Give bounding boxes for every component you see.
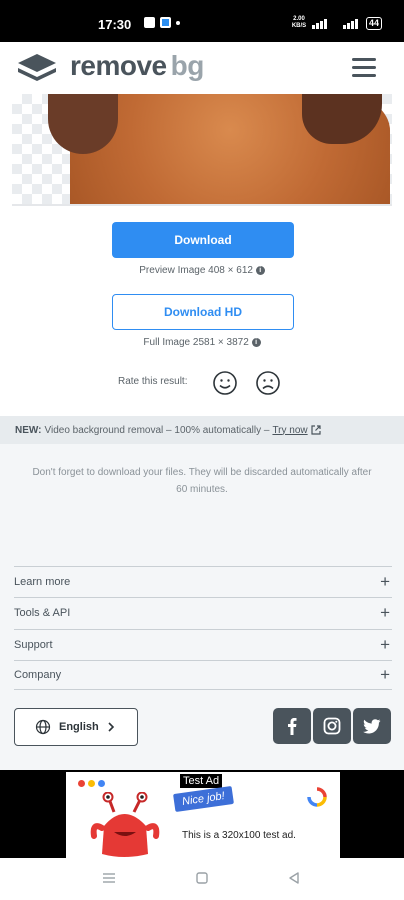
logo-icon[interactable] [16, 52, 58, 84]
status-bar: 17:30 2.00 KB/S 44 [0, 0, 404, 42]
new-prefix: NEW: [15, 424, 42, 436]
back-icon[interactable] [288, 872, 300, 884]
menu-line [352, 58, 376, 61]
menu-line [352, 66, 376, 69]
language-label: English [59, 721, 99, 733]
notice-line2: 60 minutes. [176, 484, 228, 495]
language-selector-button[interactable]: English [14, 708, 138, 746]
hamburger-menu-button[interactable] [350, 56, 378, 78]
wifi-signal-icon [342, 18, 358, 29]
signal-icon [311, 18, 327, 29]
try-now-link[interactable]: Try now [272, 425, 307, 436]
footer-section-tools-api[interactable]: Tools & API + [14, 597, 392, 627]
app-notification-icon [160, 17, 171, 28]
info-icon[interactable]: i [251, 337, 261, 347]
logo-text-suffix: bg [170, 50, 205, 81]
footer-section-label: Learn more [14, 575, 71, 588]
app-header: remove bg [0, 42, 404, 94]
logo-text-main: remove [70, 50, 167, 81]
footer-section-label: Tools & API [14, 606, 71, 619]
main-content: Download Preview Image 408 × 612 i Downl… [0, 94, 404, 770]
full-caption-text: Full Image 2581 × 3872 [143, 337, 249, 348]
recent-apps-icon[interactable] [102, 872, 116, 884]
network-speed: 2.00 KB/S [291, 16, 307, 29]
instagram-button[interactable] [313, 708, 351, 744]
new-text: Video background removal – 100% automati… [44, 424, 270, 436]
twitter-icon [363, 718, 381, 733]
ad-tag: Test Ad [180, 774, 223, 788]
battery-icon: 44 [365, 16, 382, 30]
ad-badge: Nice job! [173, 785, 234, 813]
download-button[interactable]: Download [112, 222, 294, 258]
happy-face-icon[interactable] [212, 370, 238, 396]
plus-icon: + [380, 602, 390, 622]
plus-icon: + [380, 571, 390, 591]
footer-section-label: Company [14, 669, 62, 681]
external-link-icon[interactable] [311, 425, 321, 435]
monster-icon [90, 792, 160, 857]
facebook-button[interactable] [273, 708, 311, 744]
preview-caption: Preview Image 408 × 612 i [0, 265, 404, 276]
twitter-button[interactable] [353, 708, 391, 744]
system-nav-bar [0, 858, 404, 900]
retention-notice: Don't forget to download your files. The… [0, 464, 404, 498]
sad-face-icon[interactable] [255, 370, 281, 396]
notification-icons [144, 17, 180, 28]
ad-text: This is a 320x100 test ad. [182, 830, 296, 841]
status-time: 17:30 [98, 17, 132, 32]
rate-label: Rate this result: [118, 376, 188, 387]
logo-wordmark[interactable]: remove bg [70, 50, 204, 82]
facebook-icon [288, 718, 297, 735]
message-icon [144, 17, 155, 28]
notice-line1: Don't forget to download your files. The… [32, 467, 372, 478]
globe-icon [35, 719, 51, 735]
more-notifications-icon [176, 20, 180, 25]
new-feature-banner: NEW: Video background removal – 100% aut… [0, 416, 404, 444]
ad-banner[interactable]: Test Ad Nice job! This is a 320x100 test… [66, 772, 340, 858]
plus-icon: + [380, 634, 390, 654]
full-caption: Full Image 2581 × 3872 i [0, 337, 404, 348]
home-icon[interactable] [196, 872, 208, 884]
plus-icon: + [380, 665, 390, 684]
footer-section-learn-more[interactable]: Learn more + [14, 566, 392, 596]
footer-section-label: Support [14, 638, 53, 651]
ad-area: Test Ad Nice job! This is a 320x100 test… [0, 770, 404, 858]
system-icons: 2.00 KB/S 44 [291, 16, 382, 30]
result-image [12, 94, 392, 206]
footer-section-support[interactable]: Support + [14, 629, 392, 659]
instagram-icon [323, 717, 341, 735]
ad-choices-icon[interactable] [306, 786, 328, 808]
ad-decoration-icon [78, 780, 105, 787]
menu-line [352, 74, 376, 77]
chevron-right-icon [108, 722, 114, 732]
footer-area: Don't forget to download your files. The… [0, 444, 404, 770]
preview-caption-text: Preview Image 408 × 612 [139, 265, 253, 276]
info-icon[interactable]: i [255, 265, 265, 275]
footer-section-company[interactable]: Company + [14, 660, 392, 690]
download-hd-button[interactable]: Download HD [112, 294, 294, 330]
